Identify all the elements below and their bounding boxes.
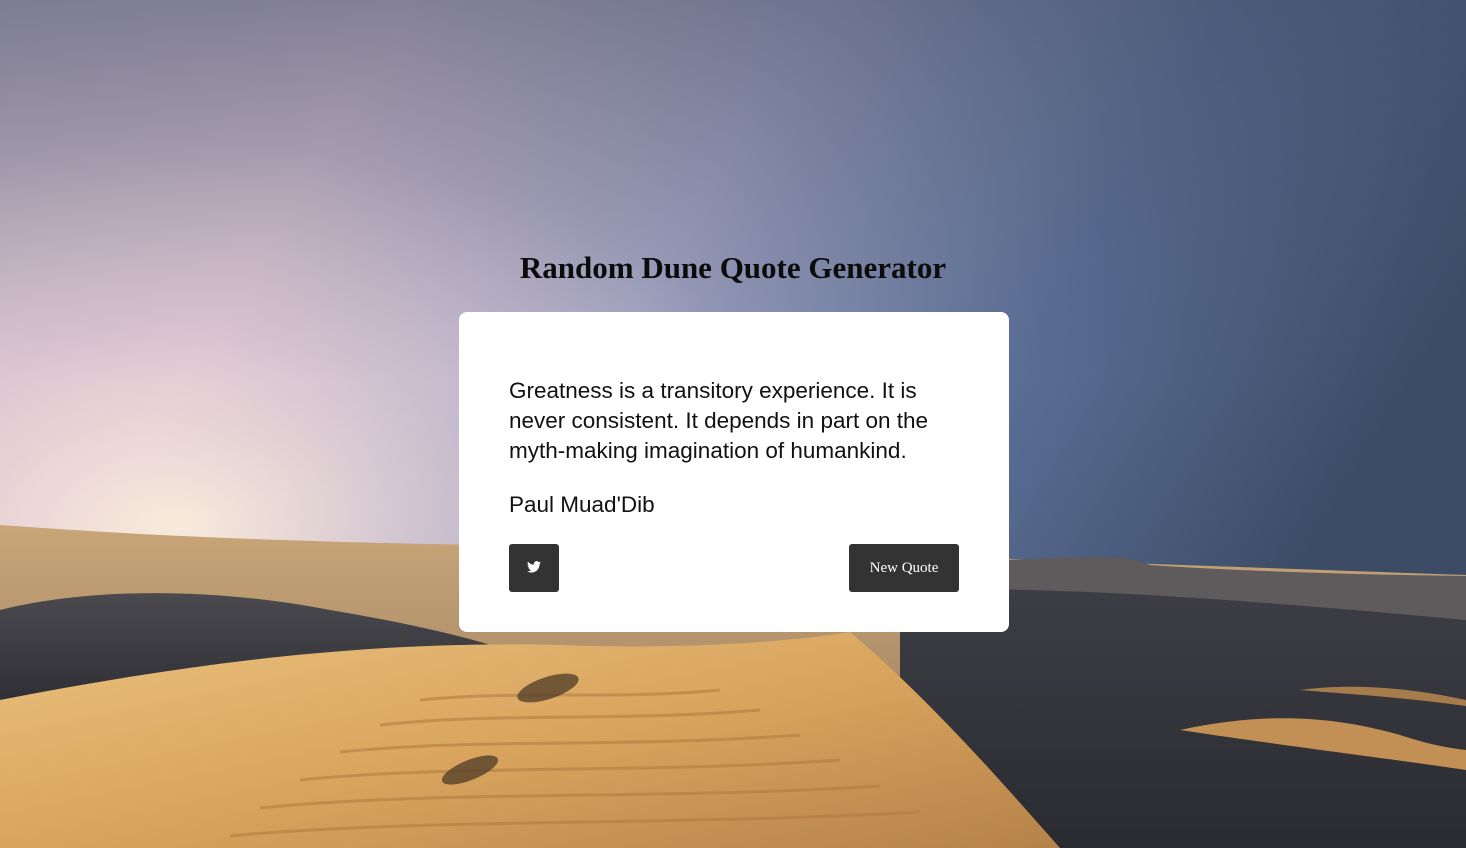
new-quote-button[interactable]: New Quote xyxy=(849,544,959,592)
quote-card: Greatness is a transitory experience. It… xyxy=(459,312,1009,632)
twitter-icon xyxy=(527,560,541,576)
quote-author: Paul Muad'Dib xyxy=(509,492,655,517)
quote-text: Greatness is a transitory experience. It… xyxy=(509,378,929,463)
tweet-button[interactable] xyxy=(509,544,559,592)
page-title: Random Dune Quote Generator xyxy=(519,250,947,285)
